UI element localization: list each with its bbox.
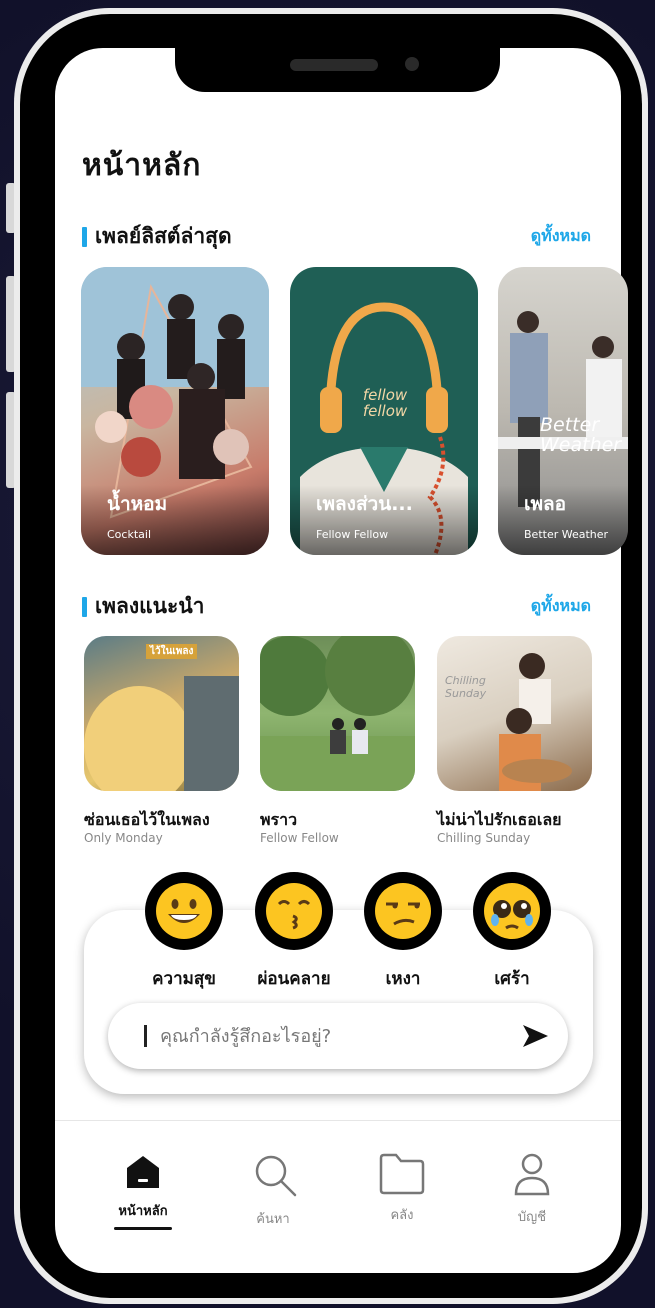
playlists-section-header: เพลย์ลิสต์ล่าสุด	[82, 220, 232, 253]
nav-label-search: ค้นหา	[256, 1212, 290, 1227]
song-artist: Only Monday	[84, 831, 163, 845]
playlist-title: เพลงส่วน...	[316, 493, 413, 515]
playlist-artist: Better Weather	[524, 528, 609, 541]
song-artist: Chilling Sunday	[437, 831, 531, 845]
playlist-artist: Fellow Fellow	[316, 528, 389, 541]
page-title: หน้าหลัก	[82, 148, 202, 183]
nav-label-account: บัญชี	[517, 1210, 547, 1225]
recommended-song-cover[interactable]: Chilling Sunday	[437, 636, 592, 791]
recommended-section-header: เพลงแนะนำ	[82, 590, 204, 623]
home-icon	[127, 1156, 159, 1188]
nav-item-library[interactable]: คลัง	[362, 1152, 442, 1225]
song-artist: Fellow Fellow	[260, 831, 339, 845]
song-cover-art	[260, 636, 415, 791]
song-cover-text: ไว้ในเพลง	[146, 644, 198, 659]
folder-icon	[379, 1153, 425, 1195]
playlist-artist: Cocktail	[107, 528, 151, 541]
section-accent-bar	[82, 596, 87, 617]
nav-label-home: หน้าหลัก	[118, 1204, 168, 1219]
front-camera	[405, 57, 419, 71]
song-title: พราว	[260, 810, 298, 829]
playlists-see-all-link[interactable]: ดูทั้งหมด	[531, 224, 591, 249]
playlist-card[interactable]: Better Weather เพลอ Better Weather	[498, 267, 628, 555]
playlist-title: เพลอ	[524, 493, 567, 515]
recommended-section-title: เพลงแนะนำ	[95, 594, 205, 618]
mood-input-container	[108, 1003, 568, 1069]
kissing-face-icon[interactable]	[255, 872, 333, 950]
speaker-grille	[290, 59, 378, 71]
send-icon[interactable]	[520, 1021, 550, 1051]
mood-label: ความสุข	[152, 969, 216, 989]
playlist-cover-text: fellow fellow	[362, 386, 408, 420]
nav-divider	[55, 1120, 621, 1121]
song-cover-text: Chilling Sunday	[445, 674, 487, 700]
mood-label: เหงา	[385, 969, 421, 989]
song-cover-art	[499, 653, 572, 791]
mood-input[interactable]	[160, 1018, 500, 1054]
recommended-see-all-link[interactable]: ดูทั้งหมด	[531, 594, 591, 619]
song-cover-art	[84, 676, 239, 791]
playlist-card[interactable]: fellow fellow เพลงส่วน... Fellow Fellow	[290, 267, 478, 555]
recommended-song-cover[interactable]: ไว้ในเพลง	[84, 636, 239, 791]
active-tab-indicator	[114, 1227, 172, 1230]
playlist-card[interactable]: น้ำหอม Cocktail	[81, 267, 269, 555]
playlists-section-title: เพลย์ลิสต์ล่าสุด	[95, 224, 232, 248]
mood-label: เศร้า	[494, 969, 530, 989]
nav-item-home[interactable]: หน้าหลัก	[103, 1152, 183, 1230]
song-title: ซ่อนเธอไว้ในเพลง	[84, 810, 210, 829]
unamused-face-icon[interactable]	[364, 872, 442, 950]
text-caret	[144, 1025, 147, 1047]
pleading-face-icon[interactable]	[473, 872, 551, 950]
song-title: ไม่น่าไปรักเธอเลย	[437, 810, 562, 829]
grinning-face-icon[interactable]	[145, 872, 223, 950]
nav-item-account[interactable]: บัญชี	[492, 1152, 572, 1227]
nav-item-search[interactable]: ค้นหา	[233, 1152, 313, 1229]
mood-label: ผ่อนคลาย	[257, 969, 331, 989]
user-icon	[514, 1153, 550, 1196]
section-accent-bar	[82, 226, 87, 247]
playlist-title: น้ำหอม	[107, 493, 168, 515]
search-icon	[255, 1155, 297, 1197]
playlist-cover-text: Better Weather	[540, 414, 622, 456]
recommended-song-cover[interactable]	[260, 636, 415, 791]
nav-label-library: คลัง	[390, 1208, 414, 1223]
